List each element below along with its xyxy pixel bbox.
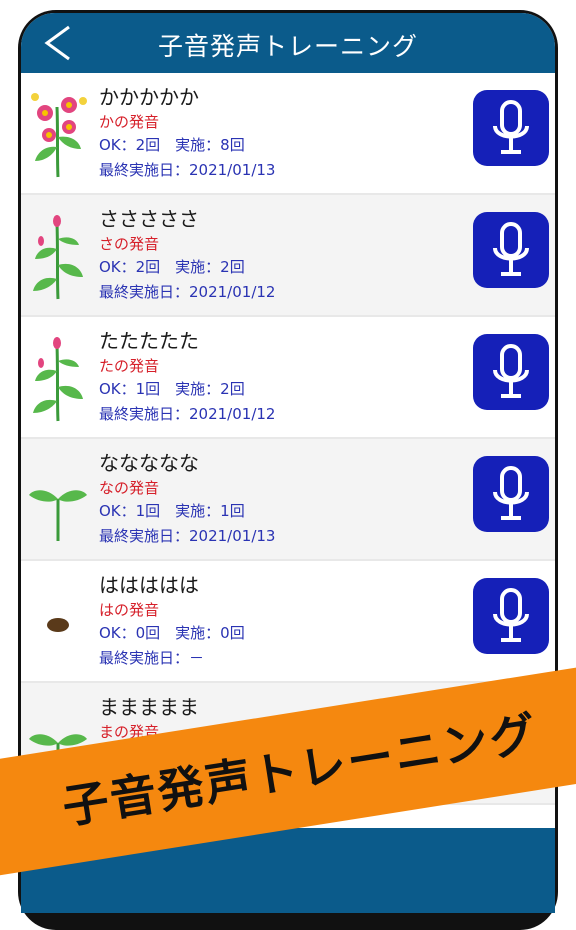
training-name: ななななな — [99, 451, 199, 475]
microphone-button[interactable] — [473, 90, 549, 166]
training-stats: OK：1回 実施：1回 — [99, 502, 245, 520]
training-name: さささささ — [99, 207, 199, 231]
training-sound: かの発音 — [99, 113, 160, 131]
microphone-button[interactable] — [473, 578, 549, 654]
list-item[interactable]: さささささ さの発音 OK：2回 実施：2回 最終実施日：2021/01/12 — [21, 195, 555, 317]
training-sound: なの発音 — [99, 479, 160, 497]
training-stats: OK：0回 実施：0回 — [99, 624, 245, 642]
microphone-icon — [493, 222, 529, 276]
list-item[interactable]: かかかかか かの発音 OK：2回 実施：8回 最終実施日：2021/01/13 — [21, 73, 555, 195]
flower-plant-icon — [31, 93, 87, 178]
training-stats: OK：2回 実施：2回 — [99, 258, 245, 276]
training-stats: OK：2回 実施：8回 — [99, 136, 245, 154]
last-date: 最終実施日：2021/01/12 — [99, 283, 276, 301]
microphone-icon — [493, 466, 529, 520]
last-date: 最終実施日：2021/01/12 — [99, 405, 276, 423]
microphone-icon — [493, 344, 529, 398]
training-name: ははははは — [99, 573, 199, 597]
page-title: 子音発声トレーニング — [157, 32, 418, 61]
microphone-icon — [493, 588, 529, 642]
training-sound: はの発音 — [99, 601, 160, 619]
training-stats: OK：1回 実施：2回 — [99, 380, 245, 398]
budding-plant-icon — [33, 337, 83, 422]
list-item[interactable]: たたたたた たの発音 OK：1回 実施：2回 最終実施日：2021/01/12 — [21, 317, 555, 439]
training-name: ままままま — [99, 695, 199, 719]
microphone-button[interactable] — [473, 212, 549, 288]
last-date: 最終実施日：2021/01/13 — [99, 527, 276, 545]
microphone-button[interactable] — [473, 334, 549, 410]
seed-icon — [47, 618, 69, 632]
microphone-button[interactable] — [473, 456, 549, 532]
last-date: 最終実施日：2021/01/13 — [99, 161, 276, 179]
training-sound: たの発音 — [99, 357, 160, 375]
budding-plant-icon — [33, 215, 83, 300]
sprout-icon — [29, 490, 87, 541]
training-name: たたたたた — [99, 329, 199, 353]
microphone-icon — [493, 100, 529, 154]
training-name: かかかかか — [99, 85, 199, 109]
training-sound: さの発音 — [99, 235, 160, 253]
last-date: 最終実施日：－ — [99, 649, 205, 667]
list-item[interactable]: ははははは はの発音 OK：0回 実施：0回 最終実施日：－ — [21, 561, 555, 683]
app-header: 子音発声トレーニング — [21, 13, 555, 73]
list-item[interactable]: ななななな なの発音 OK：1回 実施：1回 最終実施日：2021/01/13 — [21, 439, 555, 561]
